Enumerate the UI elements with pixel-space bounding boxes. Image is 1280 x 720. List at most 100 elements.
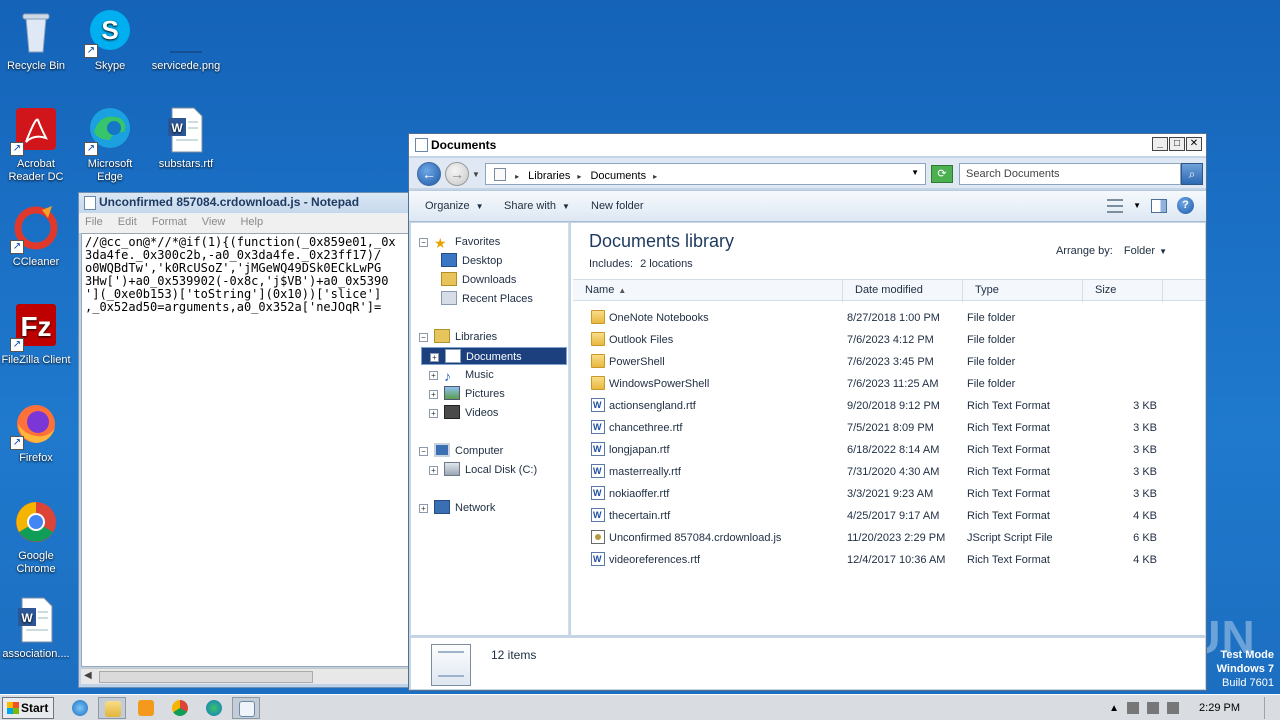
address-bar[interactable]: ▸ Libraries ▸ Documents ▸ ▼ — [485, 163, 926, 185]
organize-button[interactable]: Organize ▼ — [425, 200, 484, 212]
taskbar-edge[interactable] — [200, 697, 228, 719]
help-icon[interactable]: ? — [1177, 197, 1194, 214]
desktop-icon-acrobat[interactable]: ↗ Acrobat Reader DC — [0, 106, 72, 184]
new-folder-button[interactable]: New folder — [591, 200, 644, 212]
tree-downloads[interactable]: Downloads — [441, 271, 516, 289]
scroll-left-icon[interactable]: ◀ — [84, 670, 92, 681]
desktop-icon-servicede[interactable]: servicede.png — [150, 8, 222, 73]
back-button[interactable]: ← — [417, 162, 441, 186]
tree-network[interactable]: + Network — [419, 499, 495, 517]
menu-view[interactable]: View — [202, 216, 226, 228]
desktop-icon-chrome[interactable]: Google Chrome — [0, 498, 72, 576]
file-row[interactable]: masterreally.rtf 7/31/2020 4:30 AM Rich Te… — [573, 461, 1205, 483]
preview-pane-icon[interactable] — [1151, 198, 1167, 213]
maximize-button[interactable]: □ — [1169, 137, 1185, 151]
change-view-icon[interactable] — [1107, 198, 1124, 213]
breadcrumb-arrow-icon[interactable]: ▸ — [653, 172, 657, 181]
column-name[interactable]: Name ▲ — [573, 280, 843, 302]
tree-libraries[interactable]: − Libraries — [419, 328, 497, 346]
column-type[interactable]: Type — [963, 280, 1083, 302]
search-icon[interactable]: ⌕ — [1181, 163, 1203, 185]
taskbar-media-player[interactable] — [132, 697, 160, 719]
search-input[interactable]: Search Documents — [959, 163, 1181, 185]
taskbar-ie[interactable] — [66, 697, 94, 719]
action-center-flag-icon[interactable] — [1167, 702, 1180, 714]
expand-icon[interactable]: + — [419, 504, 428, 513]
file-row[interactable]: WindowsPowerShell 7/6/2023 11:25 AM File f… — [573, 373, 1205, 395]
tree-videos[interactable]: + Videos — [429, 404, 498, 422]
tree-pictures[interactable]: + Pictures — [429, 385, 505, 403]
scroll-thumb[interactable] — [99, 671, 313, 683]
file-row[interactable]: Unconfirmed 857084.crdownload.js 11/20/20… — [573, 527, 1205, 549]
tree-documents[interactable]: + Documents — [421, 347, 567, 365]
file-row[interactable]: videoreferences.rtf 12/4/2017 10:36 AM Ric… — [573, 549, 1205, 571]
expand-icon[interactable]: + — [429, 466, 438, 475]
start-button[interactable]: Start — [2, 697, 54, 719]
menu-help[interactable]: Help — [240, 216, 263, 228]
tree-music[interactable]: + ♪ Music — [429, 366, 494, 384]
taskbar-notepad[interactable] — [232, 697, 260, 719]
taskbar-explorer[interactable] — [98, 697, 126, 719]
file-row[interactable]: chancethree.rtf 7/5/2021 8:09 PM Rich Text… — [573, 417, 1205, 439]
tree-computer[interactable]: − Computer — [419, 442, 503, 460]
show-desktop-button[interactable] — [1264, 697, 1274, 719]
desktop-icon-skype[interactable]: S ↗ Skype — [74, 8, 146, 73]
column-date-modified[interactable]: Date modified — [843, 280, 963, 302]
show-hidden-icons-icon[interactable]: ▲ — [1109, 703, 1119, 714]
expand-icon[interactable]: + — [430, 353, 439, 362]
tree-desktop[interactable]: Desktop — [441, 252, 502, 270]
desktop-icon-firefox[interactable]: ↗ Firefox — [0, 400, 72, 465]
menu-format[interactable]: Format — [152, 216, 187, 228]
tree-local-disk[interactable]: + Local Disk (C:) — [429, 461, 537, 479]
breadcrumb-arrow-icon[interactable]: ▸ — [577, 172, 581, 181]
notepad-text-area[interactable]: //@cc_on@*//*@if(1){(function(_0x859e01,… — [81, 233, 417, 667]
menu-edit[interactable]: Edit — [118, 216, 137, 228]
speaker-icon[interactable] — [1127, 702, 1140, 714]
file-row[interactable]: nokiaoffer.rtf 3/3/2021 9:23 AM Rich Text … — [573, 483, 1205, 505]
network-icon[interactable] — [1147, 702, 1160, 714]
notepad-window[interactable]: Unconfirmed 857084.crdownload.js - Notep… — [78, 192, 418, 688]
refresh-button[interactable]: ⟳ — [931, 165, 953, 183]
desktop-icon-ccleaner[interactable]: ↗ CCleaner — [0, 204, 72, 269]
explorer-window[interactable]: Documents _ □ ✕ ← → ▼ ▸ Libraries ▸ Docu… — [408, 133, 1207, 691]
arrange-by-dropdown[interactable]: Folder ▼ — [1124, 245, 1167, 257]
breadcrumb-arrow-icon[interactable]: ▸ — [515, 172, 519, 181]
column-size[interactable]: Size — [1083, 280, 1163, 302]
horizontal-scrollbar[interactable]: ◀ — [81, 668, 417, 684]
recent-pages-dropdown-icon[interactable]: ▼ — [472, 170, 480, 179]
clock[interactable]: 2:29 PM — [1199, 702, 1240, 714]
minimize-button[interactable]: _ — [1152, 137, 1168, 151]
collapse-icon[interactable]: − — [419, 333, 428, 342]
collapse-icon[interactable]: − — [419, 447, 428, 456]
menu-file[interactable]: File — [85, 216, 103, 228]
tree-recent-places[interactable]: Recent Places — [441, 290, 533, 308]
close-button[interactable]: ✕ — [1186, 137, 1202, 151]
desktop-icon-recycle-bin[interactable]: Recycle Bin — [0, 8, 72, 73]
collapse-icon[interactable]: − — [419, 238, 428, 247]
address-dropdown-icon[interactable]: ▼ — [911, 168, 919, 177]
file-row[interactable]: actionsengland.rtf 9/20/2018 9:12 PM Rich … — [573, 395, 1205, 417]
svg-text:W: W — [21, 611, 33, 625]
file-row[interactable]: PowerShell 7/6/2023 3:45 PM File folder — [573, 351, 1205, 373]
file-row[interactable]: longjapan.rtf 6/18/2022 8:14 AM Rich Text … — [573, 439, 1205, 461]
forward-button[interactable]: → — [445, 162, 469, 186]
file-row[interactable]: OneNote Notebooks 8/27/2018 1:00 PM File f… — [573, 307, 1205, 329]
file-row[interactable]: thecertain.rtf 4/25/2017 9:17 AM Rich Text… — [573, 505, 1205, 527]
breadcrumb-documents[interactable]: Documents — [590, 170, 646, 182]
taskbar-chrome[interactable] — [166, 697, 194, 719]
expand-icon[interactable]: + — [429, 390, 438, 399]
expand-icon[interactable]: + — [429, 371, 438, 380]
notepad-titlebar[interactable]: Unconfirmed 857084.crdownload.js - Notep… — [79, 193, 417, 213]
desktop-icon-filezilla[interactable]: Fz ↗ FileZilla Client — [0, 302, 72, 367]
tree-favorites[interactable]: − ★ Favorites — [419, 233, 500, 251]
file-row[interactable]: Outlook Files 7/6/2023 4:12 PM File folder — [573, 329, 1205, 351]
breadcrumb-libraries[interactable]: Libraries — [528, 170, 570, 182]
view-dropdown-icon[interactable]: ▼ — [1133, 201, 1141, 210]
explorer-titlebar[interactable]: Documents _ □ ✕ — [409, 134, 1206, 156]
desktop-icon-edge[interactable]: ↗ Microsoft Edge — [74, 106, 146, 184]
desktop-icon-association[interactable]: W association.... — [0, 596, 72, 661]
expand-icon[interactable]: + — [429, 409, 438, 418]
desktop-icon-substars[interactable]: W substars.rtf — [150, 106, 222, 171]
share-with-button[interactable]: Share with ▼ — [504, 200, 570, 212]
includes-locations-link[interactable]: 2 locations — [640, 258, 693, 270]
